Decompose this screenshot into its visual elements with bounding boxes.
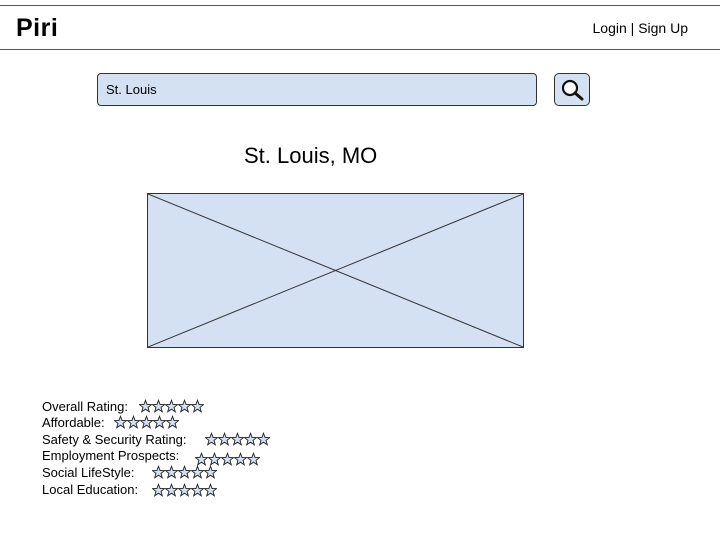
star-rating[interactable]: [152, 483, 217, 499]
login-link[interactable]: Login: [593, 20, 627, 36]
star-rating[interactable]: [114, 415, 179, 431]
image-placeholder-icon: [148, 194, 523, 347]
signup-link[interactable]: Sign Up: [638, 20, 688, 36]
search-input[interactable]: [97, 73, 537, 106]
star-icon[interactable]: [178, 465, 191, 479]
star-icon[interactable]: [205, 432, 218, 446]
star-icon[interactable]: [221, 452, 234, 466]
rating-label: Local Education:: [42, 482, 139, 497]
star-icon[interactable]: [152, 465, 165, 479]
app-header: Piri Login | Sign Up: [0, 5, 720, 50]
rating-label: Affordable:: [42, 415, 105, 430]
star-icon[interactable]: [139, 399, 152, 413]
star-icon[interactable]: [195, 452, 208, 466]
brand-logo[interactable]: Piri: [16, 14, 58, 43]
auth-links: Login | Sign Up: [593, 20, 689, 36]
star-icon[interactable]: [191, 483, 204, 497]
star-rating[interactable]: [205, 432, 270, 448]
star-icon[interactable]: [165, 465, 178, 479]
star-icon[interactable]: [247, 452, 260, 466]
search-icon: [561, 79, 584, 101]
star-icon[interactable]: [218, 432, 231, 446]
rating-label: Overall Rating:: [42, 399, 128, 414]
star-icon[interactable]: [257, 432, 270, 446]
rating-label: Safety & Security Rating:: [42, 432, 187, 447]
rating-label: Social LifeStyle:: [42, 465, 135, 480]
city-image-placeholder: [147, 193, 524, 348]
star-icon[interactable]: [178, 483, 191, 497]
star-icon[interactable]: [178, 399, 191, 413]
search-button[interactable]: [554, 73, 590, 106]
star-icon[interactable]: [152, 483, 165, 497]
star-icon[interactable]: [231, 432, 244, 446]
star-icon[interactable]: [140, 415, 153, 429]
city-title: St. Louis, MO: [244, 143, 378, 168]
star-icon[interactable]: [244, 432, 257, 446]
star-icon[interactable]: [208, 452, 221, 466]
star-icon[interactable]: [152, 399, 165, 413]
star-icon[interactable]: [204, 465, 217, 479]
rating-label: Employment Prospects:: [42, 448, 180, 463]
star-icon[interactable]: [165, 483, 178, 497]
star-icon[interactable]: [191, 399, 204, 413]
star-rating[interactable]: [139, 399, 204, 415]
star-icon[interactable]: [166, 415, 179, 429]
star-rating[interactable]: [152, 465, 217, 481]
star-icon[interactable]: [165, 399, 178, 413]
separator-text: |: [630, 20, 635, 36]
star-icon[interactable]: [191, 465, 204, 479]
star-icon[interactable]: [153, 415, 166, 429]
star-icon[interactable]: [204, 483, 217, 497]
star-icon[interactable]: [114, 415, 127, 429]
star-icon[interactable]: [127, 415, 140, 429]
star-icon[interactable]: [234, 452, 247, 466]
